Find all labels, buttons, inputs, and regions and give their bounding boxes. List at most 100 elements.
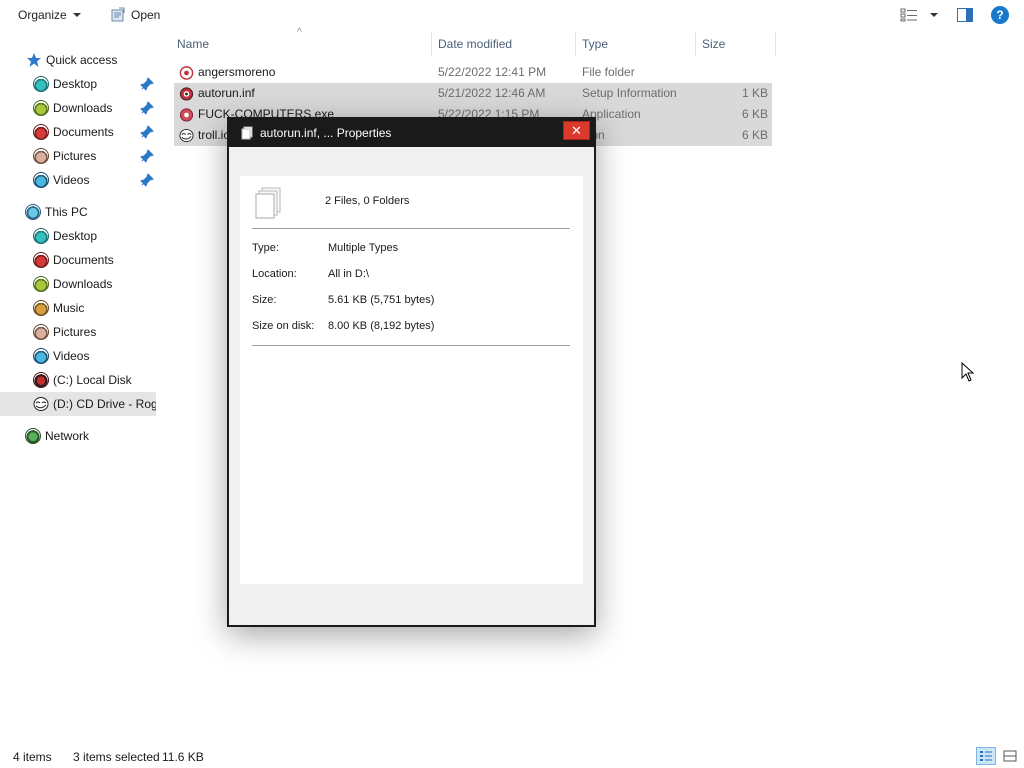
column-divider[interactable] [775, 32, 776, 56]
file-date: 5/22/2022 12:41 PM [438, 65, 547, 79]
column-header-type[interactable]: Type [579, 34, 695, 54]
documents-icon [33, 124, 49, 140]
nav-item-videos[interactable]: Videos [0, 168, 156, 192]
preview-pane-button[interactable] [957, 6, 973, 24]
file-name: angersmoreno [198, 65, 276, 79]
pictures-icon [33, 148, 49, 164]
file-size: 6 KB [741, 107, 768, 121]
mouse-cursor-icon [961, 362, 975, 382]
nav-this-pc[interactable]: This PC [0, 200, 156, 224]
preview-pane-icon [957, 8, 973, 22]
pin-icon [140, 125, 154, 139]
nav-label: This PC [45, 205, 88, 219]
column-divider[interactable] [431, 32, 432, 56]
nav-label: Desktop [53, 77, 98, 91]
details-view-icon [980, 751, 992, 761]
file-size: 6 KB [741, 128, 768, 142]
setup-info-icon [179, 87, 194, 101]
prop-value-size-on-disk: 8.00 KB (8,192 bytes) [328, 320, 435, 332]
nav-item-pictures[interactable]: Pictures [0, 144, 156, 168]
folder-icon [179, 66, 194, 80]
organize-label: Organize [18, 8, 67, 22]
videos-icon [33, 348, 49, 364]
nav-pc-music[interactable]: Music [0, 296, 156, 320]
dialog-title-bar[interactable]: autorun.inf, ... Properties ✕ [229, 119, 594, 147]
details-view-icon [900, 8, 917, 22]
nav-label: (C:) Local Disk [53, 373, 132, 387]
view-options-button[interactable] [900, 6, 938, 24]
network-icon [25, 428, 41, 444]
multiple-files-icon [241, 126, 253, 140]
organize-button[interactable]: Organize [12, 6, 87, 24]
column-divider[interactable] [575, 32, 576, 56]
pin-icon [140, 149, 154, 163]
selection-size: 11.6 KB [162, 750, 204, 764]
downloads-icon [33, 100, 49, 116]
column-header-date[interactable]: Date modified [435, 34, 575, 54]
close-button[interactable]: ✕ [563, 121, 590, 140]
nav-pc-desktop[interactable]: Desktop [0, 224, 156, 248]
large-icons-view-button[interactable] [1000, 747, 1020, 765]
file-size: 1 KB [741, 86, 768, 100]
nav-label: Pictures [53, 325, 97, 339]
nav-label: Downloads [53, 277, 113, 291]
dialog-title: autorun.inf, ... Properties [260, 126, 392, 140]
nav-label: Documents [53, 253, 114, 267]
chevron-down-icon [72, 13, 81, 17]
column-header-size[interactable]: Size [699, 34, 775, 54]
prop-value-size: 5.61 KB (5,751 bytes) [328, 294, 435, 306]
prop-value-type: Multiple Types [328, 242, 399, 254]
music-icon [33, 300, 49, 316]
chevron-down-icon [930, 13, 938, 17]
nav-pc-local-disk[interactable]: (C:) Local Disk [0, 368, 156, 392]
nav-item-downloads[interactable]: Downloads [0, 96, 156, 120]
prop-label-location: Location: [252, 268, 297, 280]
column-divider[interactable] [695, 32, 696, 56]
general-tab-panel: 2 Files, 0 Folders Type: Multiple Types … [240, 176, 583, 584]
nav-pc-documents[interactable]: Documents [0, 248, 156, 272]
nav-network[interactable]: Network [0, 424, 156, 448]
prop-value-location[interactable]: All in D:\ [328, 268, 369, 280]
status-bar: 4 items 3 items selected 11.6 KB [0, 744, 1024, 768]
open-label: Open [131, 8, 161, 22]
prop-label-type: Type: [252, 242, 279, 254]
nav-label: Pictures [53, 149, 97, 163]
drive-icon [33, 372, 49, 388]
nav-label: Quick access [46, 53, 118, 67]
prop-label-size: Size: [252, 294, 277, 306]
documents-icon [33, 252, 49, 268]
item-count: 4 items [13, 750, 52, 764]
file-row[interactable]: autorun.inf 5/21/2022 12:46 AM Setup Inf… [174, 83, 772, 104]
nav-pc-pictures[interactable]: Pictures [0, 320, 156, 344]
details-view-button[interactable] [976, 747, 996, 765]
help-icon: ? [991, 6, 1009, 24]
file-type: File folder [582, 65, 635, 79]
nav-pc-videos[interactable]: Videos [0, 344, 156, 368]
column-header-name[interactable]: Name [174, 34, 431, 54]
file-date: 5/21/2022 12:46 AM [438, 86, 546, 100]
pin-icon [140, 77, 154, 91]
videos-icon [33, 172, 49, 188]
divider [252, 228, 570, 229]
file-row[interactable]: angersmoreno 5/22/2022 12:41 PM File fol… [174, 62, 772, 83]
nav-item-desktop[interactable]: Desktop [0, 72, 156, 96]
desktop-icon [33, 76, 49, 92]
nav-label: Documents [53, 125, 114, 139]
nav-label: Network [45, 429, 90, 443]
nav-label: (D:) CD Drive - Rogue [53, 397, 156, 411]
nav-item-documents[interactable]: Documents [0, 120, 156, 144]
nav-label: Videos [53, 349, 90, 363]
pin-icon [140, 101, 154, 115]
properties-dialog: autorun.inf, ... Properties ✕ 2 Files, 0… [227, 117, 596, 627]
troll-face-icon [179, 128, 194, 143]
nav-pc-downloads[interactable]: Downloads [0, 272, 156, 296]
nav-pc-cd-drive[interactable]: (D:) CD Drive - Rogue [0, 392, 156, 416]
nav-label: Downloads [53, 101, 113, 115]
nav-quick-access[interactable]: Quick access [0, 48, 156, 72]
prop-label-size-on-disk: Size on disk: [252, 320, 315, 332]
help-button[interactable]: ? [991, 6, 1009, 24]
downloads-icon [33, 276, 49, 292]
column-label: Type [582, 37, 609, 51]
open-button[interactable]: Open [106, 6, 164, 24]
pictures-icon [33, 324, 49, 340]
